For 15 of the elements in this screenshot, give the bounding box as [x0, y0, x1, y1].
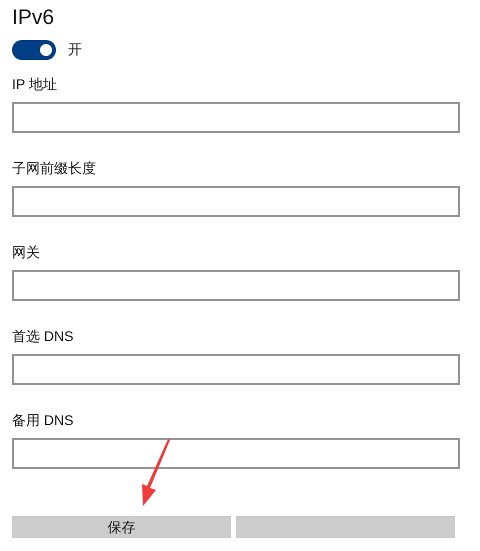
input-field[interactable]	[12, 354, 460, 385]
section-title: IPv6	[12, 5, 56, 31]
input-field[interactable]	[12, 102, 460, 133]
field-label: 首选 DNS	[12, 327, 74, 346]
input-field[interactable]	[12, 438, 460, 469]
toggle-label: 开	[68, 40, 82, 59]
arrow-drawing	[140, 438, 172, 508]
input-field[interactable]	[12, 186, 460, 217]
field-label: 网关	[12, 243, 41, 262]
save-button[interactable]: 保存	[12, 516, 231, 538]
field-label: IP 地址	[12, 75, 58, 94]
field-label: 子网前缀长度	[12, 159, 97, 178]
toggle-switch[interactable]	[12, 40, 56, 60]
input-field[interactable]	[12, 270, 460, 301]
field-label: 备用 DNS	[12, 411, 74, 430]
